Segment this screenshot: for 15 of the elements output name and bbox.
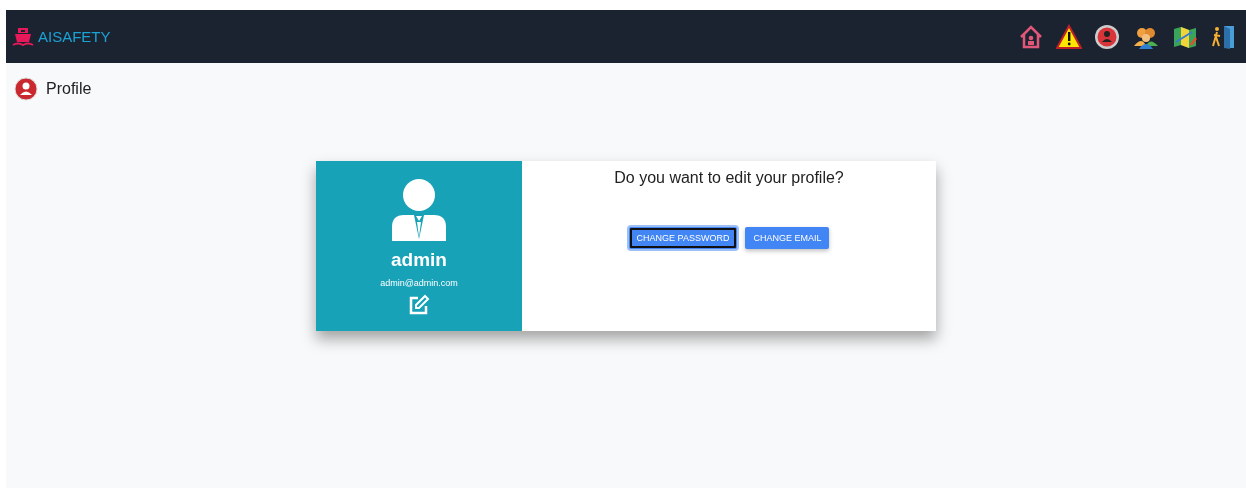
ship-icon (12, 25, 34, 48)
brand-name: AISAFETY (38, 28, 111, 45)
change-button[interactable]: CHANGE EMAIL (745, 227, 830, 249)
user-email: admin@admin.com (380, 278, 458, 288)
avatar-icon (390, 179, 448, 243)
user-icon (1094, 23, 1120, 50)
user-icon (14, 77, 38, 101)
change-button[interactable]: CHANGE PASSWORD (628, 227, 738, 249)
warning-icon (1056, 23, 1082, 50)
edit-icon[interactable] (408, 294, 430, 316)
exit-icon (1210, 23, 1236, 50)
user-name: admin (391, 249, 447, 271)
home-icon (1018, 23, 1044, 50)
page-title: Profile (46, 80, 92, 98)
edit-prompt: Do you want to edit your profile? (614, 169, 844, 187)
